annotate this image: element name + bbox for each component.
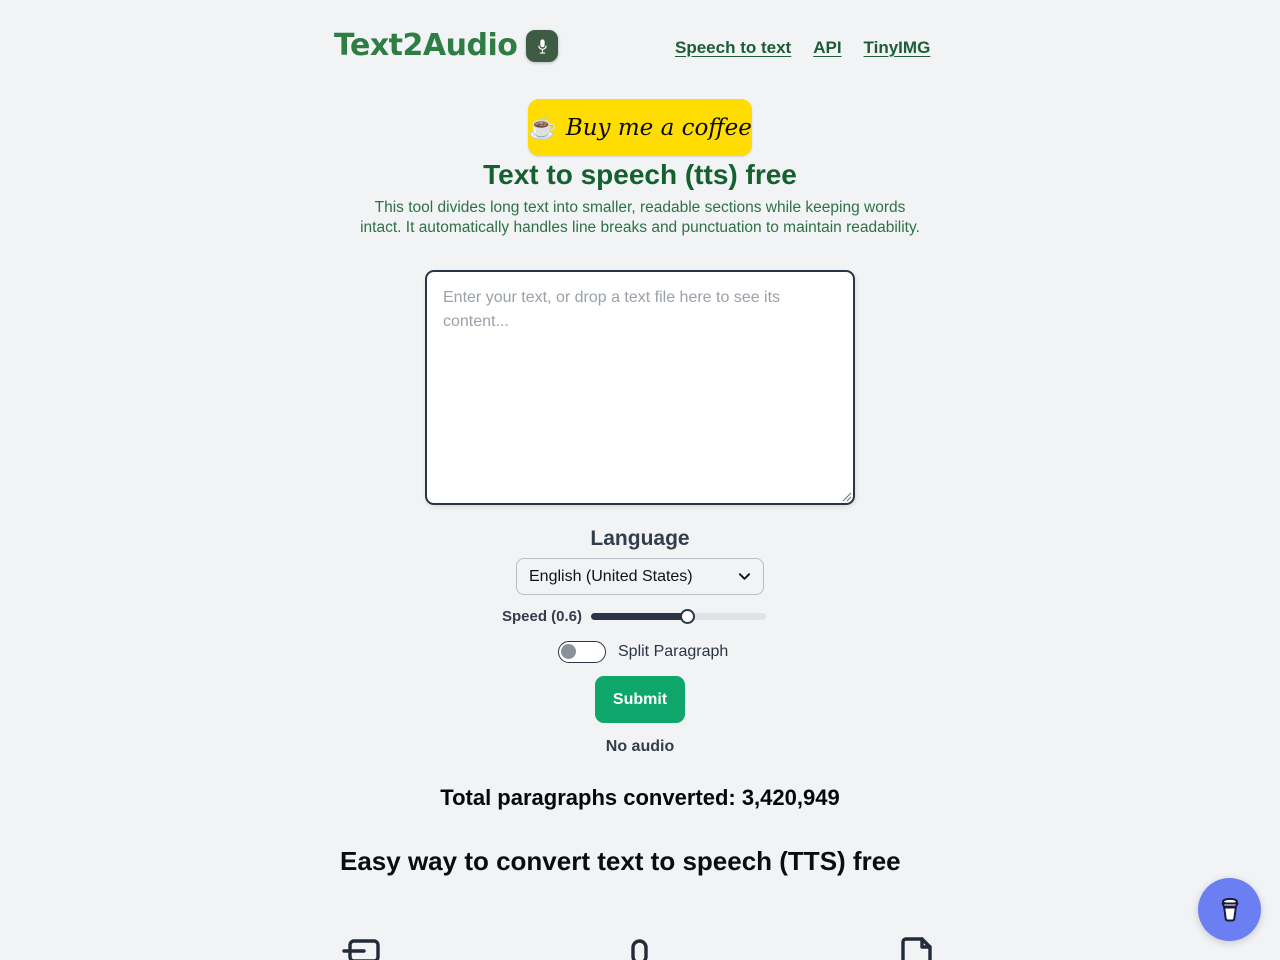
speed-slider[interactable]: [591, 609, 767, 624]
coffee-cup-icon: [1221, 897, 1238, 922]
buy-me-a-coffee-label: Buy me a coffee: [565, 114, 752, 141]
speed-slider-thumb[interactable]: [680, 609, 696, 624]
coffee-cup-icon: ☕: [528, 114, 557, 140]
main-nav: Speech to text API TinyIMG: [675, 38, 930, 58]
speed-label: Speed (0.6): [502, 608, 583, 625]
speed-slider-fill: [591, 613, 689, 620]
speed-control: Speed (0.6): [502, 608, 767, 625]
buy-me-a-coffee-button[interactable]: ☕ Buy me a coffee: [528, 99, 752, 156]
device-screen-icon: [340, 935, 386, 960]
buy-me-a-coffee-floating-button[interactable]: [1198, 878, 1261, 941]
microphone-stand-icon: [617, 935, 663, 960]
section-heading: Easy way to convert text to speech (TTS)…: [340, 846, 901, 876]
toggle-knob: [561, 644, 576, 659]
split-paragraph-control: Split Paragraph: [558, 641, 728, 663]
nav-link-tinyimg[interactable]: TinyIMG: [864, 38, 931, 58]
nav-link-speech-to-text[interactable]: Speech to text: [675, 38, 791, 58]
nav-link-api[interactable]: API: [813, 38, 841, 58]
page-title: Text to speech (tts) free: [483, 159, 797, 190]
page-root: Text2Audio Speech to text API TinyIMG ☕ …: [0, 0, 1280, 960]
language-select[interactable]: English (United States): [516, 558, 764, 595]
submit-button[interactable]: Submit: [595, 676, 685, 723]
audio-status: No audio: [605, 738, 675, 755]
logo[interactable]: Text2Audio: [334, 28, 559, 63]
feature-icon-row: [340, 935, 940, 960]
total-paragraphs-counter: Total paragraphs converted: 3,420,949: [440, 785, 840, 810]
text-input-textarea[interactable]: [425, 270, 855, 505]
split-paragraph-toggle[interactable]: [558, 641, 606, 663]
page-description: This tool divides long text into smaller…: [360, 199, 920, 236]
language-label: Language: [590, 527, 690, 550]
document-file-icon: [894, 935, 940, 960]
site-header: Text2Audio Speech to text API TinyIMG: [0, 0, 1280, 96]
split-paragraph-label: Split Paragraph: [618, 643, 729, 660]
microphone-icon: [526, 30, 559, 62]
logo-text: Text2Audio: [334, 28, 518, 63]
